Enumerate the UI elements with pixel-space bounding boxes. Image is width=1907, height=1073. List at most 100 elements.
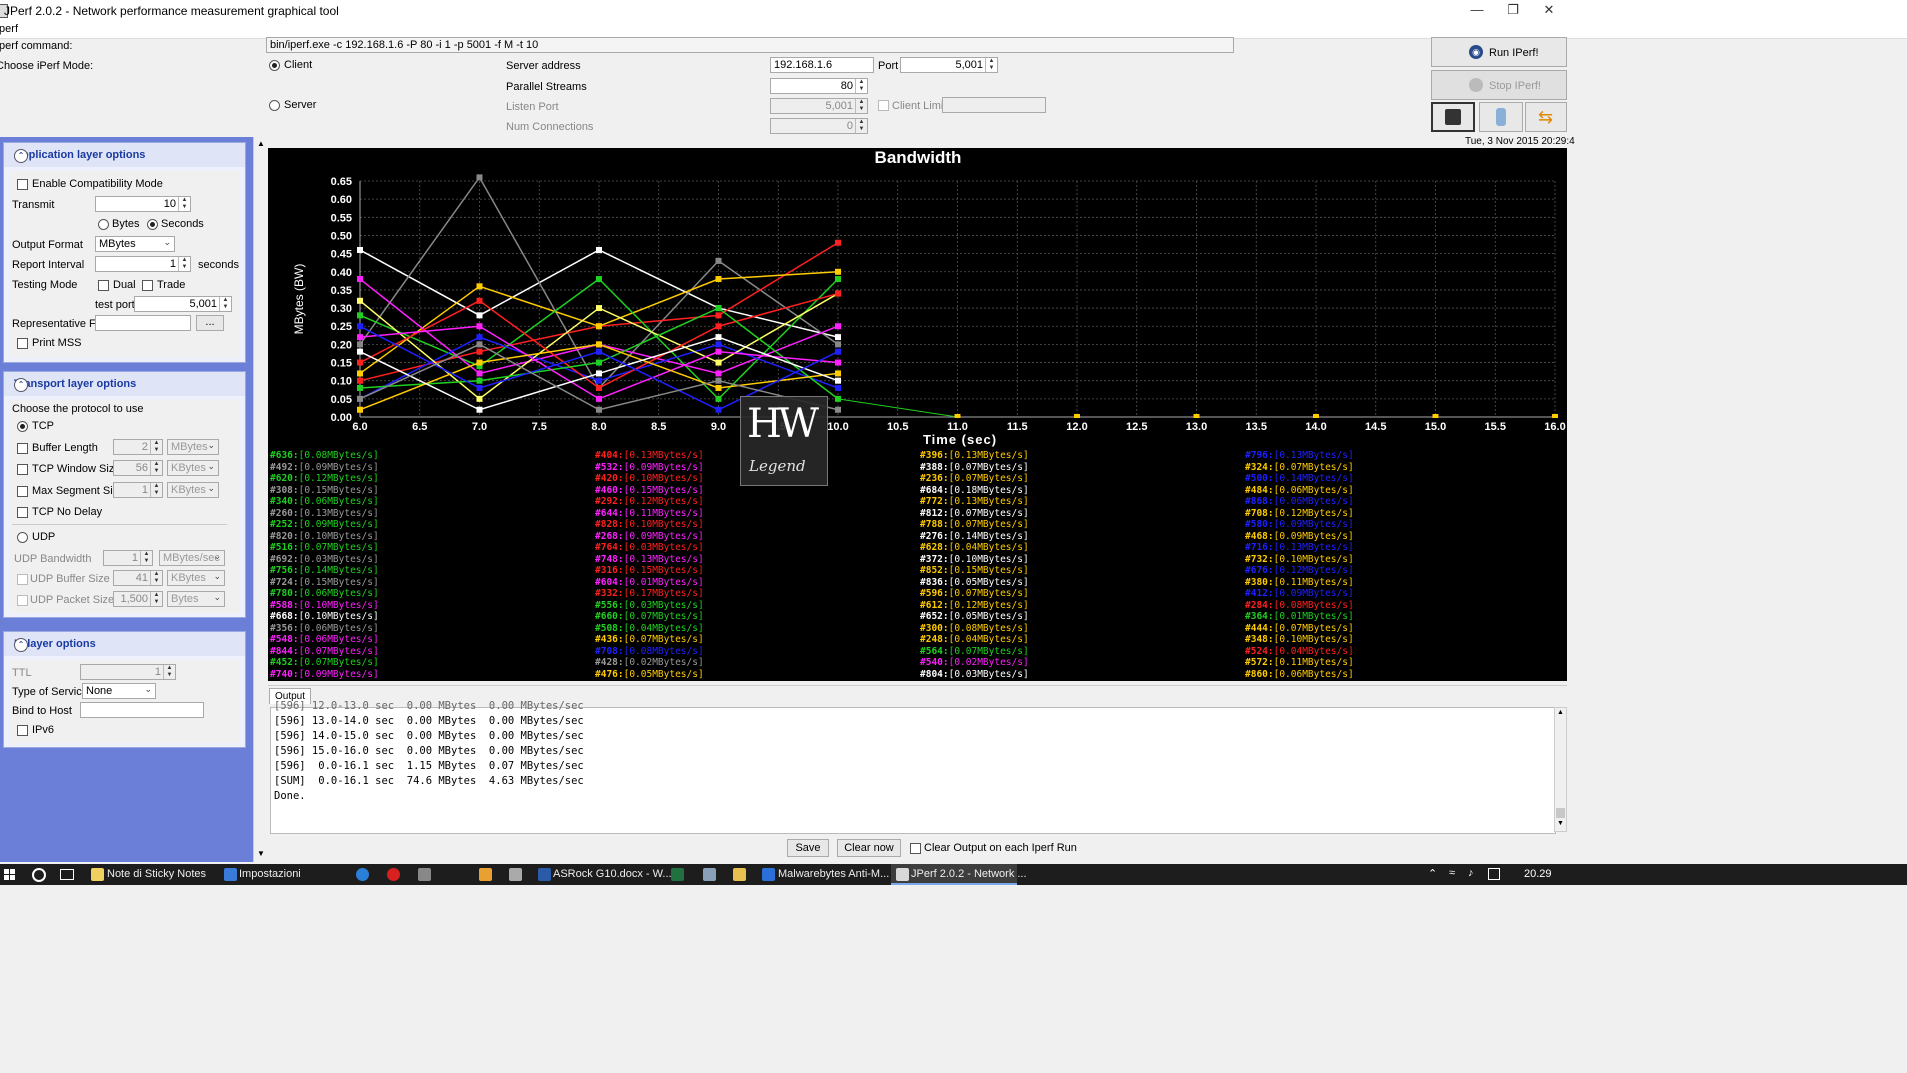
output-log[interactable]: [596] 12.0-13.0 sec 0.00 MBytes 0.00 MBy…	[270, 700, 1556, 834]
store-icon[interactable]	[418, 868, 431, 881]
ip-layer-body: TTL 1 ▲ ▼ Type of Service None ⌄ Bind to Ho…	[9, 660, 240, 743]
transport-header[interactable]: Transport layer options ⌃	[4, 372, 245, 396]
print-mss-label: Print MSS	[32, 337, 82, 349]
client-radio[interactable]	[269, 60, 280, 71]
left-scrollbar[interactable]: ▲ ▼	[253, 137, 268, 862]
scroll-thumb[interactable]	[1556, 808, 1565, 818]
browse-button[interactable]: ...	[196, 315, 224, 331]
port-spinner[interactable]: ▲ ▼	[985, 58, 997, 72]
legend-item: #644:[0.11MBytes/s]	[595, 508, 704, 519]
save-graph-button[interactable]	[1431, 102, 1475, 132]
scroll-up-icon[interactable]: ▲	[257, 139, 265, 148]
legend-item: #476:[0.05MBytes/s]	[595, 669, 704, 680]
output-scrollbar[interactable]: ▲ ▼	[1554, 707, 1567, 832]
close-icon[interactable]: ✕	[1527, 0, 1571, 22]
menu-iperf[interactable]: Iperf	[0, 23, 18, 35]
tcp-radio[interactable]	[17, 421, 28, 432]
notification-icon[interactable]	[1488, 868, 1500, 880]
legend-stream-id: #396:	[920, 450, 949, 461]
scroll-down-icon[interactable]: ▼	[1557, 820, 1564, 827]
legend-stream-value: [0.10MBytes/s]	[1273, 634, 1354, 645]
package-icon[interactable]	[509, 868, 522, 881]
task-view-icon[interactable]	[60, 869, 74, 880]
app-layer-header[interactable]: Application layer options ⌃	[4, 143, 245, 167]
legend-item: #444:[0.07MBytes/s]	[1245, 623, 1354, 634]
volume-icon[interactable]: ♪	[1468, 867, 1474, 879]
legend-stream-value: [0.04MBytes/s]	[1273, 645, 1354, 657]
tcp-window-checkbox[interactable]	[17, 464, 28, 475]
excel-icon[interactable]	[671, 868, 684, 881]
opera-icon[interactable]	[387, 868, 400, 881]
output-format-select[interactable]: MBytes ⌄	[95, 236, 175, 252]
taskbar-item[interactable]: JPerf 2.0.2 - Network ...	[911, 868, 1027, 880]
refresh-button[interactable]: ⇆	[1525, 102, 1567, 132]
ipv6-checkbox[interactable]	[17, 725, 28, 736]
bind-field[interactable]	[80, 702, 204, 718]
media-icon[interactable]	[479, 868, 492, 881]
report-interval-field[interactable]: 1 ▲ ▼	[95, 256, 191, 272]
listen-port-value: 5,001	[825, 100, 853, 112]
taskbar-item[interactable]: Impostazioni	[239, 868, 301, 880]
search-icon[interactable]	[32, 868, 46, 882]
clear-each-checkbox[interactable]	[910, 843, 921, 854]
legend-stream-id: #356:	[270, 622, 299, 634]
windows-start-icon[interactable]	[4, 869, 15, 880]
collapse-icon[interactable]: ⌃	[14, 378, 28, 392]
server-address-field[interactable]: 192.168.1.6	[770, 57, 874, 73]
run-iperf-button[interactable]: ◉ Run IPerf!	[1431, 37, 1567, 67]
test-port-field[interactable]: 5,001 ▲ ▼	[134, 296, 232, 312]
no-delay-checkbox[interactable]	[17, 507, 28, 518]
transmit-spinner[interactable]: ▲ ▼	[178, 197, 190, 211]
clear-now-button[interactable]: Clear now	[837, 839, 901, 857]
udp-pkt-unit-value: Bytes	[171, 593, 199, 605]
scroll-up-icon[interactable]: ▲	[1557, 709, 1564, 716]
parallel-field[interactable]: 80 ▲ ▼	[770, 78, 868, 94]
max-seg-checkbox[interactable]	[17, 486, 28, 497]
server-radio[interactable]	[269, 100, 280, 111]
udp-radio[interactable]	[17, 532, 28, 543]
save-output-button[interactable]: Save	[787, 839, 829, 857]
legend-stream-value: [0.07MBytes/s]	[948, 461, 1029, 473]
wifi-icon[interactable]: ≈	[1449, 867, 1455, 879]
data-point	[715, 377, 722, 384]
scroll-down-icon[interactable]: ▼	[257, 849, 265, 858]
test-port-spinner[interactable]: ▲ ▼	[219, 297, 231, 311]
notepad-icon[interactable]	[703, 868, 716, 881]
taskbar-item[interactable]: Malwarebytes Anti-M...	[778, 868, 889, 880]
legend-stream-value: [0.09MBytes/s]	[1273, 588, 1354, 599]
transmit-field[interactable]: 10 ▲ ▼	[95, 196, 191, 212]
print-mss-checkbox[interactable]	[17, 338, 28, 349]
folder-icon[interactable]	[733, 868, 746, 881]
seconds-radio[interactable]	[147, 219, 158, 230]
stop-iperf-button[interactable]: Stop IPerf!	[1431, 70, 1567, 100]
x-tick-label: 15.5	[1485, 421, 1506, 433]
clear-graph-button[interactable]	[1479, 102, 1523, 132]
parallel-spinner[interactable]: ▲ ▼	[855, 79, 867, 93]
ip-layer-header[interactable]: IP layer options ⌃	[4, 632, 245, 656]
legend-stream-id: #780:	[270, 588, 299, 599]
compat-checkbox[interactable]	[17, 179, 28, 190]
bytes-radio[interactable]	[98, 219, 109, 230]
port-field[interactable]: 5,001 ▲ ▼	[900, 57, 998, 73]
taskbar-item[interactable]: Note di Sticky Notes	[107, 868, 206, 880]
taskbar-item[interactable]: ASRock G10.docx - W...	[553, 868, 672, 880]
chevron-down-icon: ⌄	[207, 483, 215, 493]
command-field[interactable]: bin/iperf.exe -c 192.168.1.6 -P 80 -i 1 …	[266, 37, 1234, 53]
rep-file-field[interactable]	[95, 315, 191, 331]
tray-chevron-icon[interactable]: ⌃	[1428, 867, 1437, 880]
legend-stream-id: #524:	[1245, 645, 1274, 657]
collapse-icon[interactable]: ⌃	[14, 638, 28, 652]
data-point	[715, 406, 722, 413]
report-interval-spinner[interactable]: ▲ ▼	[178, 257, 190, 271]
trade-checkbox[interactable]	[142, 280, 153, 291]
tos-select[interactable]: None ⌄	[82, 683, 156, 699]
no-delay-label: TCP No Delay	[32, 506, 103, 518]
buffer-length-checkbox[interactable]	[17, 443, 28, 454]
dual-checkbox[interactable]	[98, 280, 109, 291]
y-tick-label: 0.50	[331, 230, 352, 242]
edge-icon[interactable]	[356, 868, 369, 881]
legend-stream-id: #852:	[920, 565, 949, 576]
data-point	[596, 323, 602, 330]
stop-label: Stop IPerf!	[1489, 80, 1541, 92]
collapse-icon[interactable]: ⌃	[14, 149, 28, 163]
